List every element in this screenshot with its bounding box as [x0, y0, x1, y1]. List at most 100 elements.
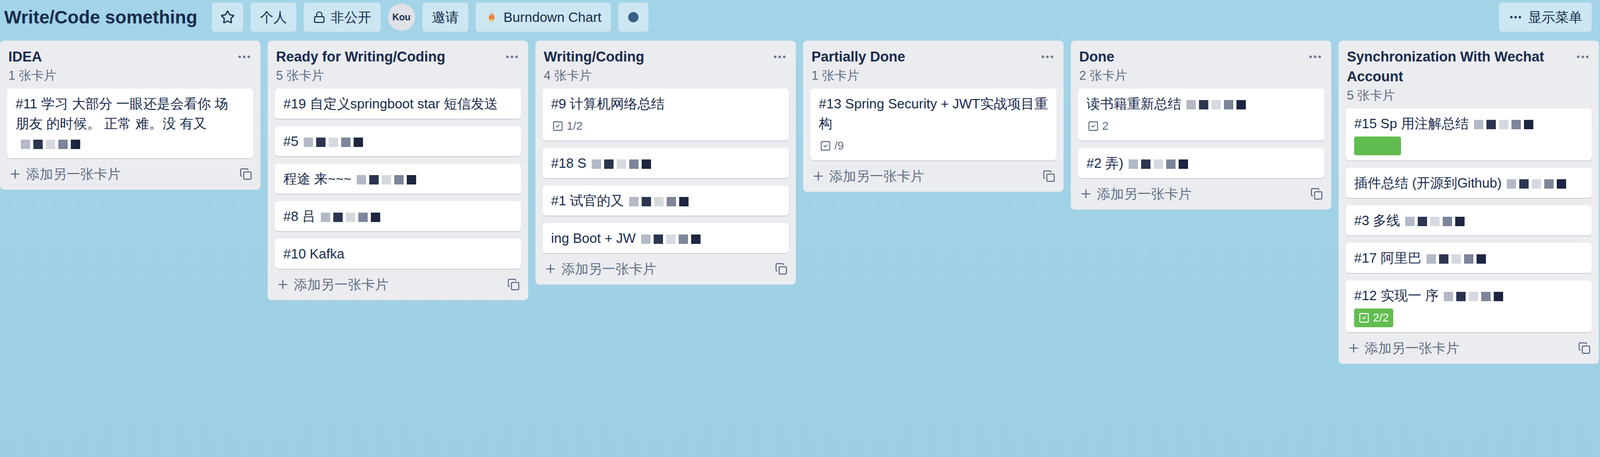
list-title[interactable]: Done — [1079, 46, 1128, 67]
plus-icon — [543, 261, 558, 276]
header-button[interactable]: 非公开 — [303, 2, 381, 32]
list-title[interactable]: Ready for Writing/Coding — [276, 46, 446, 67]
card-title: 程途 来~~~ — [283, 168, 513, 189]
redaction-mosaic — [1186, 100, 1246, 110]
card[interactable]: #13 Spring Security + JWT实战项目重构/9 — [810, 88, 1057, 161]
card[interactable]: ing Boot + JW — [542, 222, 789, 254]
card[interactable]: 程途 来~~~ — [275, 163, 521, 194]
list-menu-icon[interactable] — [236, 48, 253, 65]
board: Write/Code something 个人非公开Kou邀请Burndown C… — [0, 0, 1600, 457]
powerup-button[interactable] — [618, 2, 649, 32]
card-title: #15 Sp 用注解总结 — [1354, 113, 1584, 134]
list-title[interactable]: Partially Done — [811, 46, 906, 67]
card-title: #9 计算机网络总结 — [551, 93, 781, 114]
card-title: #5 — [283, 131, 513, 152]
card-title: #18 S — [551, 153, 781, 173]
redaction-mosaic — [1443, 291, 1504, 302]
card[interactable]: #8 吕 — [275, 201, 521, 232]
redaction-mosaic — [641, 234, 701, 244]
redaction-mosaic — [1473, 119, 1534, 130]
ellipsis-icon — [1508, 9, 1523, 25]
checklist-badge: 2 — [1086, 116, 1110, 136]
card-title: #13 Spring Security + JWT实战项目重构 — [818, 93, 1048, 134]
card-title: ing Boot + JW — [551, 228, 781, 248]
add-card-button[interactable]: 添加另一张卡片 — [1070, 178, 1332, 210]
checklist-icon — [552, 120, 564, 132]
card[interactable]: #1 试官的又 — [542, 185, 789, 216]
star-button[interactable] — [211, 2, 244, 32]
card[interactable]: 读书籍重新总结2 — [1078, 88, 1324, 141]
card-label — [1354, 136, 1402, 156]
list: Writing/Coding4 张卡片#9 计算机网络总结1/2#18 S#1 … — [535, 40, 796, 285]
list-menu-icon[interactable] — [1039, 48, 1056, 65]
list-menu-icon[interactable] — [771, 48, 788, 65]
card-title: #3 多线 — [1354, 210, 1584, 231]
card-title: #8 吕 — [283, 206, 513, 227]
list-count: 1 张卡片 — [811, 66, 906, 85]
redaction-mosaic — [303, 137, 364, 147]
add-card-button[interactable]: 添加另一张卡片 — [1338, 332, 1599, 364]
list: Synchronization With Wechat Account5 张卡片… — [1338, 40, 1599, 364]
template-icon[interactable] — [1578, 341, 1591, 355]
list-count: 5 张卡片 — [1346, 86, 1571, 105]
redaction-mosaic — [1405, 216, 1465, 227]
list: IDEA1 张卡片#11 学习 大部分 一眼还是会看你 场 朋友 的时候。 正常… — [0, 40, 261, 190]
lock-icon — [313, 10, 326, 24]
add-card-button[interactable]: 添加另一张卡片 — [267, 268, 529, 300]
card[interactable]: #10 Kafka — [275, 238, 521, 269]
card-title: 插件总结 (开源到Github) — [1354, 172, 1584, 193]
card[interactable]: #12 实现一 序2/2 — [1345, 280, 1592, 333]
star-icon — [220, 9, 235, 25]
template-icon[interactable] — [1310, 187, 1323, 200]
plus-icon — [276, 277, 290, 292]
list: Partially Done1 张卡片 #13 Spring Security +… — [803, 40, 1064, 192]
list-menu-icon[interactable] — [1575, 48, 1591, 65]
add-card-button[interactable]: 添加另一张卡片 — [803, 160, 1064, 192]
board-title[interactable]: Write/Code something — [4, 3, 198, 32]
checklist-badge: 2/2 — [1354, 308, 1394, 328]
checklist-icon — [1087, 120, 1099, 132]
card-title: #2 弄) — [1086, 153, 1316, 173]
list-title[interactable]: Writing/Coding — [543, 46, 645, 67]
redaction-mosaic — [1426, 254, 1486, 264]
template-icon[interactable] — [1042, 169, 1056, 183]
card[interactable]: #9 计算机网络总结1/2 — [542, 88, 789, 141]
add-card-button[interactable]: 添加另一张卡片 — [535, 253, 796, 285]
board-header: Write/Code something 个人非公开Kou邀请Burndown C… — [0, 0, 1600, 35]
list: Ready for Writing/Coding5 张卡片 #19 自定义spri… — [267, 40, 529, 300]
card[interactable]: #5 — [275, 126, 521, 157]
add-card-button[interactable]: 添加另一张卡片 — [0, 158, 261, 190]
template-icon[interactable] — [775, 262, 788, 275]
list-menu-icon[interactable] — [1307, 48, 1323, 65]
card[interactable]: #15 Sp 用注解总结 — [1345, 108, 1592, 161]
card[interactable]: #2 弄) — [1078, 147, 1324, 179]
list-count: 5 张卡片 — [276, 66, 446, 85]
list-title[interactable]: IDEA — [8, 46, 57, 67]
lists-row: IDEA 1 张卡片 #11 学习 大部分 一眼还是会看你 场 朋友 的时候。 正常… — [0, 40, 1600, 364]
list-count: 2 张卡片 — [1079, 66, 1128, 85]
list-title[interactable]: Synchronization With Wechat Account — [1346, 46, 1571, 87]
card-title: #17 阿里巴 — [1354, 247, 1584, 268]
header-button[interactable]: 个人 — [250, 2, 297, 32]
header-button[interactable]: Burndown Chart — [475, 2, 611, 32]
plus-icon — [811, 169, 825, 183]
list-menu-icon[interactable] — [504, 48, 520, 65]
card[interactable]: #19 自定义springboot star 短信发送 — [275, 88, 521, 119]
card[interactable]: 插件总结 (开源到Github) — [1345, 167, 1592, 198]
card[interactable]: #17 阿里巴 — [1345, 242, 1592, 273]
redaction-mosaic — [591, 159, 652, 169]
header-button[interactable]: 邀请 — [422, 2, 469, 32]
checklist-badge: /9 — [818, 136, 845, 156]
template-icon[interactable] — [507, 278, 520, 291]
redaction-mosaic — [629, 196, 689, 207]
show-menu-button[interactable]: 显示菜单 — [1498, 2, 1592, 32]
redaction-mosaic — [1506, 179, 1567, 189]
dot-icon — [628, 11, 639, 23]
member-avatar[interactable]: Kou — [388, 3, 416, 31]
card-title: 读书籍重新总结 — [1086, 93, 1316, 114]
template-icon[interactable] — [239, 167, 253, 181]
card-title: #10 Kafka — [283, 243, 513, 264]
card[interactable]: #3 多线 — [1345, 205, 1592, 236]
card[interactable]: #18 S — [542, 147, 789, 179]
card[interactable]: #11 学习 大部分 一眼还是会看你 场 朋友 的时候。 正常 难。没 有又 — [7, 88, 254, 159]
